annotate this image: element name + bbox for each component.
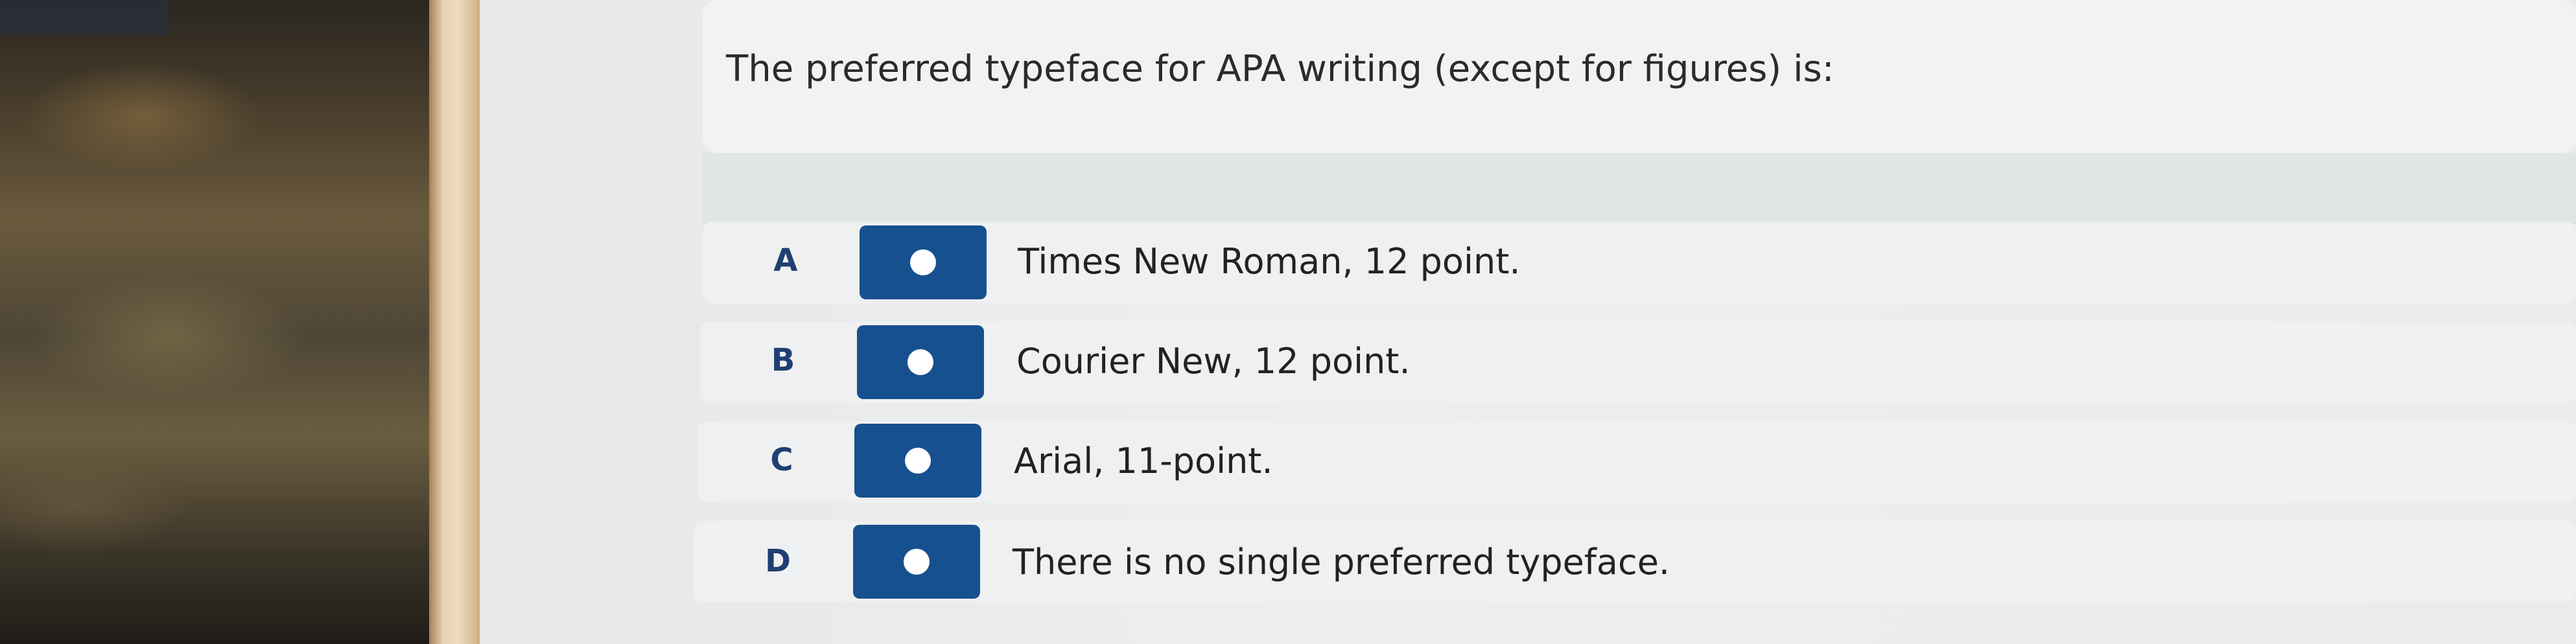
option-text-b: Courier New, 12 point. [1016, 341, 1411, 382]
option-radio-b[interactable] [857, 325, 984, 399]
option-text-c: Arial, 11-point. [1014, 441, 1273, 481]
radio-dot-icon [907, 349, 933, 375]
separator-band [703, 153, 2576, 224]
option-letter-a: A [773, 242, 798, 279]
option-letter-c: C [770, 442, 793, 478]
option-radio-d[interactable] [853, 525, 980, 599]
option-radio-a[interactable] [860, 225, 987, 299]
question-text: The preferred typeface for APA writing (… [726, 48, 1834, 90]
option-letter-d: D [765, 543, 791, 579]
radio-dot-icon [905, 448, 931, 474]
radio-dot-icon [910, 249, 936, 275]
option-radio-c[interactable] [854, 424, 981, 498]
radio-dot-icon [904, 549, 930, 575]
option-text-d: There is no single preferred typeface. [1013, 542, 1670, 582]
background-desk [0, 0, 436, 644]
option-text-a: Times New Roman, 12 point. [1018, 241, 1521, 282]
option-letter-b: B [771, 342, 795, 378]
background-object [0, 0, 169, 35]
